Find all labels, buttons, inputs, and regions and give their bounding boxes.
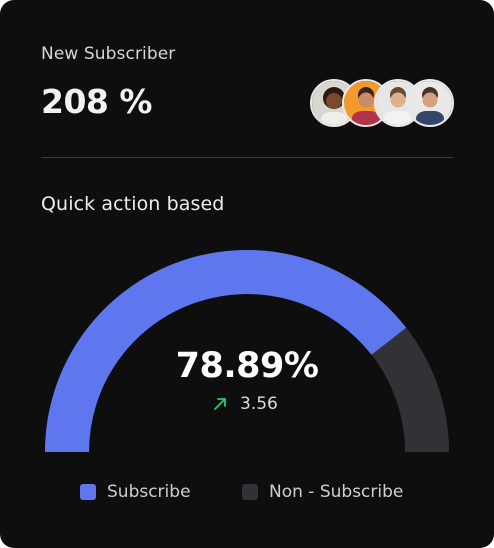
legend-swatch-non-subscribe <box>242 484 258 500</box>
legend-label: Non - Subscribe <box>269 482 404 502</box>
legend-swatch-subscribe <box>80 484 96 500</box>
legend: Subscribe Non - Subscribe <box>80 482 440 506</box>
legend-item-subscribe[interactable]: Subscribe <box>80 482 191 502</box>
delta-indicator: 3.56 <box>212 394 278 414</box>
gauge-chart <box>45 250 449 453</box>
legend-label: Subscribe <box>107 482 191 502</box>
subscriber-card: New Subscriber 208 % Quick action based … <box>0 0 494 548</box>
gauge-value: 78.89% <box>175 346 319 386</box>
arrow-up-right-icon <box>212 396 228 412</box>
legend-item-non-subscribe[interactable]: Non - Subscribe <box>242 482 403 502</box>
delta-value: 3.56 <box>240 394 278 414</box>
